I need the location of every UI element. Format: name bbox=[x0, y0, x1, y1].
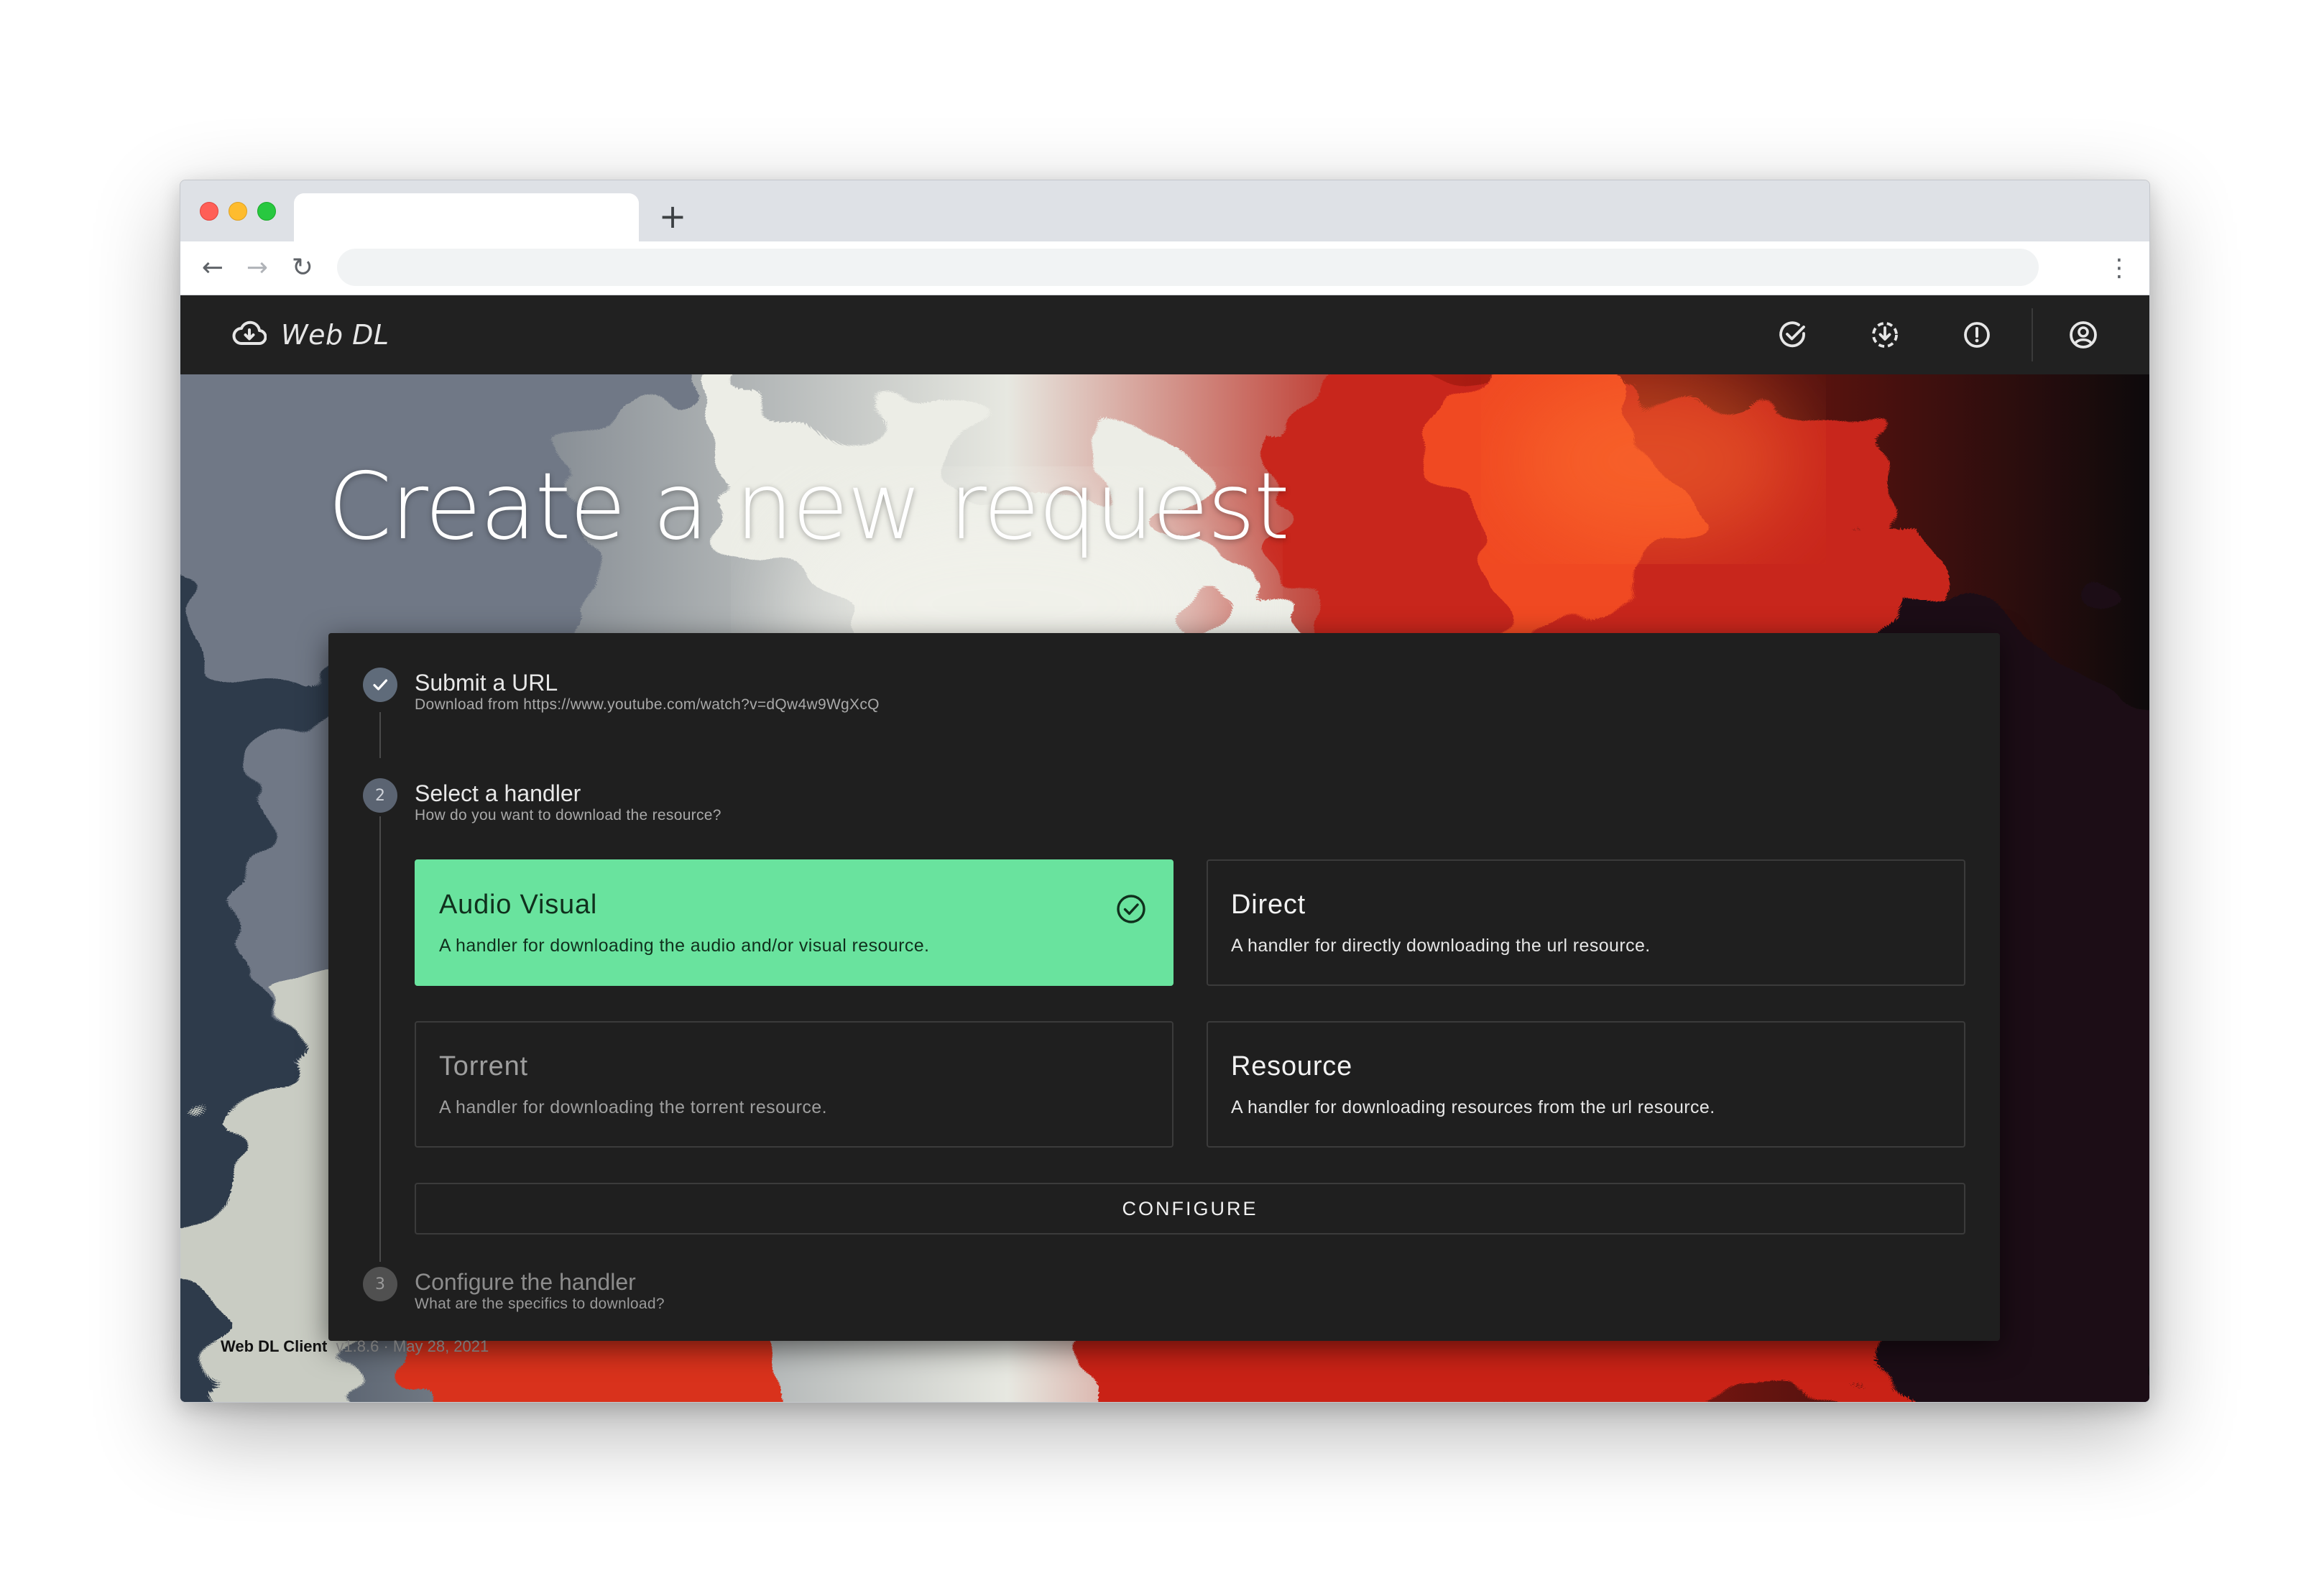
step-select-handler[interactable]: 2 Select a handler How do you want to do… bbox=[363, 778, 721, 824]
step-submit-url[interactable]: Submit a URL Download from https://www.y… bbox=[363, 668, 880, 714]
page-title: Create a new request bbox=[328, 453, 1290, 560]
step-number: 3 bbox=[363, 1267, 397, 1301]
cloud-download-icon bbox=[232, 320, 267, 350]
maximize-window-button[interactable] bbox=[257, 202, 276, 221]
web-dl-app: Web DL Create a new request Submit a URL… bbox=[180, 295, 2149, 1402]
reload-button[interactable]: ↻ bbox=[283, 249, 322, 287]
app-bar: Web DL bbox=[180, 295, 2149, 374]
step-configure-handler[interactable]: 3 Configure the handler What are the spe… bbox=[363, 1267, 665, 1313]
browser-menu-button[interactable]: ⋮ bbox=[2105, 249, 2134, 287]
step-number: 2 bbox=[363, 778, 397, 813]
account-icon[interactable] bbox=[2062, 313, 2105, 356]
stepper-connector bbox=[379, 712, 381, 758]
handler-option-resource[interactable]: Resource A handler for downloading resou… bbox=[1207, 1021, 1965, 1148]
handler-option-direct[interactable]: Direct A handler for directly downloadin… bbox=[1207, 859, 1965, 986]
close-window-button[interactable] bbox=[200, 202, 218, 221]
browser-window: + ← → ↻ ⋮ Web DL Create a new request Su… bbox=[180, 180, 2150, 1403]
step-title: Select a handler bbox=[415, 780, 581, 806]
handler-title: Torrent bbox=[439, 1051, 528, 1081]
app-title: Web DL bbox=[281, 319, 389, 351]
request-stepper-card: Submit a URL Download from https://www.y… bbox=[328, 633, 2000, 1341]
step-subtitle: How do you want to download the resource… bbox=[415, 807, 721, 823]
selected-check-icon bbox=[1117, 895, 1145, 923]
handler-option-audio-visual[interactable]: Audio Visual A handler for downloading t… bbox=[415, 859, 1173, 986]
new-tab-button[interactable]: + bbox=[655, 196, 691, 236]
footer-app-name: Web DL Client bbox=[221, 1337, 328, 1355]
configure-button[interactable]: CONFIGURE bbox=[415, 1183, 1965, 1235]
step-title: Configure the handler bbox=[415, 1269, 636, 1295]
tab-bar: + bbox=[180, 180, 2149, 241]
step-subtitle: What are the specifics to download? bbox=[415, 1296, 665, 1312]
handler-description: A handler for directly downloading the u… bbox=[1231, 936, 1651, 956]
handler-title: Resource bbox=[1231, 1051, 1353, 1081]
back-button[interactable]: ← bbox=[193, 249, 232, 287]
handler-description: A handler for downloading resources from… bbox=[1231, 1097, 1715, 1117]
stepper-connector bbox=[379, 816, 381, 1262]
step-complete-icon bbox=[363, 668, 397, 702]
footer-version: v1.8.6 · May 28, 2021 bbox=[336, 1337, 489, 1355]
handler-description: A handler for downloading the torrent re… bbox=[439, 1097, 827, 1117]
check-circle-icon[interactable] bbox=[1771, 313, 1815, 356]
browser-toolbar: ← → ↻ ⋮ bbox=[180, 241, 2149, 295]
handler-title: Direct bbox=[1231, 890, 1306, 920]
brand[interactable]: Web DL bbox=[232, 317, 389, 353]
alert-circle-icon[interactable] bbox=[1955, 313, 1998, 356]
handler-description: A handler for downloading the audio and/… bbox=[439, 936, 930, 956]
step-title: Submit a URL bbox=[415, 670, 558, 696]
hero-section: Create a new request Submit a URL Downlo… bbox=[180, 374, 2149, 1402]
handler-option-torrent[interactable]: Torrent A handler for downloading the to… bbox=[415, 1021, 1173, 1148]
app-footer: Web DL Client v1.8.6 · May 28, 2021 bbox=[221, 1337, 489, 1356]
minimize-window-button[interactable] bbox=[229, 202, 247, 221]
step-subtitle: Download from https://www.youtube.com/wa… bbox=[415, 696, 880, 713]
handler-title: Audio Visual bbox=[439, 890, 598, 920]
download-circle-icon[interactable] bbox=[1863, 313, 1906, 356]
app-bar-divider bbox=[2032, 308, 2033, 361]
address-bar[interactable] bbox=[337, 249, 2039, 286]
browser-tab[interactable] bbox=[294, 193, 639, 241]
forward-button[interactable]: → bbox=[238, 249, 277, 287]
